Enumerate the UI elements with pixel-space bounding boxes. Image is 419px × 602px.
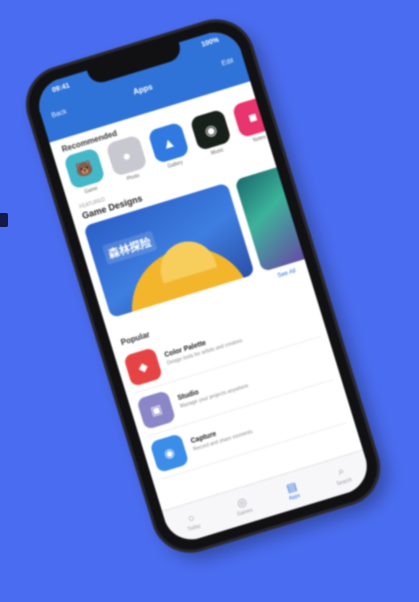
popular-list: ◆ Color Palette Design tools for artists… <box>121 293 347 480</box>
tab-today[interactable]: ○ Today <box>183 510 201 532</box>
list-icon-1: ▣ <box>136 390 177 431</box>
status-time: 09:41 <box>51 82 71 95</box>
app-icon-1: ● <box>105 134 148 177</box>
status-battery: 100% <box>200 36 220 49</box>
app-tile[interactable]: ■ Notes <box>231 95 278 148</box>
phone-screen: 09:41 100% Back Apps Edit Recommended 🐻 … <box>32 25 374 547</box>
app-icon-4: ■ <box>231 95 275 139</box>
app-icon-2: ▲ <box>147 121 190 165</box>
phone-mockup: 09:41 100% Back Apps Edit Recommended 🐻 … <box>19 13 387 559</box>
tab-apps[interactable]: ▤ Apps <box>284 479 301 502</box>
app-tile[interactable]: 🐻 Game <box>62 147 109 199</box>
app-tile[interactable]: ◉ Music <box>189 108 236 160</box>
list-icon-2: ◉ <box>149 433 190 474</box>
background: 09:41 100% Back Apps Edit Recommended 🐻 … <box>0 0 419 602</box>
app-icon-0: 🐻 <box>63 147 106 190</box>
tab-games[interactable]: ◎ Games <box>232 494 254 518</box>
app-tile[interactable]: ▲ Gallery <box>146 121 193 173</box>
tab-search[interactable]: ⌕ Search <box>332 464 353 487</box>
see-all-link[interactable]: See All <box>277 268 297 279</box>
banner-title: 森林探险 <box>101 230 158 265</box>
edge-mark <box>0 213 8 227</box>
list-icon-0: ◆ <box>123 347 164 388</box>
app-icon-3: ◉ <box>189 108 232 152</box>
app-tile[interactable]: ● Photo <box>104 134 151 186</box>
